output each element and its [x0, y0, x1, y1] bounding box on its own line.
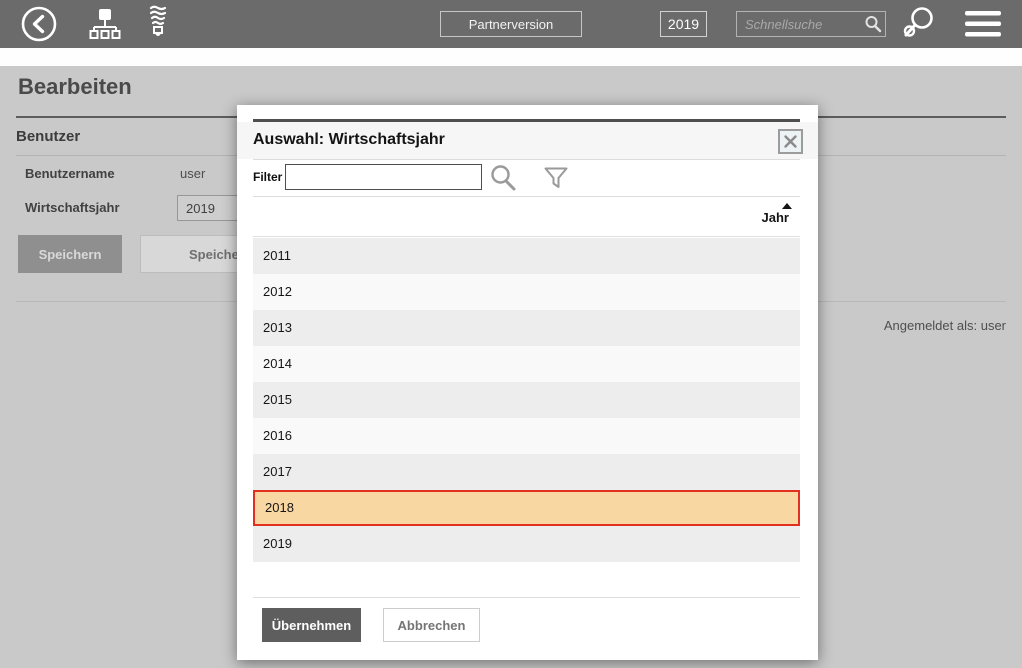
- dialog-footer-divider: [253, 597, 800, 598]
- username-value: user: [180, 166, 205, 181]
- column-header-jahr[interactable]: Jahr: [253, 197, 800, 237]
- energy-bulb-button[interactable]: [142, 0, 174, 48]
- funnel-icon: [543, 165, 569, 191]
- apply-button[interactable]: Übernehmen: [262, 608, 361, 642]
- dialog-title: Auswahl: Wirtschaftsjahr: [253, 131, 445, 149]
- list-item[interactable]: 2019: [253, 526, 800, 562]
- list-item[interactable]: 2012: [253, 274, 800, 310]
- quick-search-icon[interactable]: [861, 12, 885, 36]
- advanced-search-button[interactable]: [896, 0, 940, 48]
- quick-search-input[interactable]: [737, 17, 861, 32]
- top-bar: Partnerversion 2019: [0, 0, 1022, 48]
- filter-funnel-button[interactable]: [542, 164, 570, 192]
- close-button[interactable]: [778, 129, 803, 154]
- filter-label: Filter: [253, 170, 282, 184]
- header-divider-strip: [0, 48, 1022, 66]
- close-icon: [783, 134, 798, 149]
- menu-button[interactable]: [960, 0, 1006, 48]
- dialog-top-rule: [253, 119, 800, 122]
- partnerversion-button[interactable]: Partnerversion: [440, 11, 582, 37]
- list-item[interactable]: 2017: [253, 454, 800, 490]
- filter-search-button[interactable]: [487, 162, 519, 194]
- list-item[interactable]: 2013: [253, 310, 800, 346]
- column-header-label: Jahr: [762, 210, 789, 225]
- list-item[interactable]: 2015: [253, 382, 800, 418]
- filter-input[interactable]: [285, 164, 482, 190]
- quick-search-box: [736, 11, 886, 37]
- advanced-search-icon: [899, 5, 937, 43]
- bulb-icon: [147, 4, 169, 44]
- page-title: Bearbeiten: [18, 74, 132, 100]
- search-icon: [488, 163, 518, 193]
- list-item[interactable]: 2016: [253, 418, 800, 454]
- save-button[interactable]: Speichern: [18, 235, 122, 273]
- dialog-title-divider: [253, 159, 800, 160]
- menu-icon: [963, 9, 1003, 39]
- list-item[interactable]: 2018: [253, 490, 800, 526]
- back-icon: [20, 5, 58, 43]
- list-item[interactable]: 2014: [253, 346, 800, 382]
- section-title: Benutzer: [16, 128, 80, 145]
- year-selection-dialog: Auswahl: Wirtschaftsjahr Filter Jahr: [237, 105, 818, 660]
- back-button[interactable]: [18, 0, 60, 48]
- hierarchy-icon: [87, 6, 123, 42]
- sort-ascending-icon: [782, 203, 792, 209]
- fiscal-year-label: Wirtschaftsjahr: [25, 200, 120, 215]
- logged-in-as: Angemeldet als: user: [884, 318, 1006, 333]
- year-list: 201120122013201420152016201720182019: [253, 238, 800, 562]
- cancel-button[interactable]: Abbrechen: [383, 608, 480, 642]
- year-badge[interactable]: 2019: [660, 11, 707, 37]
- username-label: Benutzername: [25, 166, 115, 181]
- hierarchy-button[interactable]: [84, 0, 126, 48]
- list-item[interactable]: 2011: [253, 238, 800, 274]
